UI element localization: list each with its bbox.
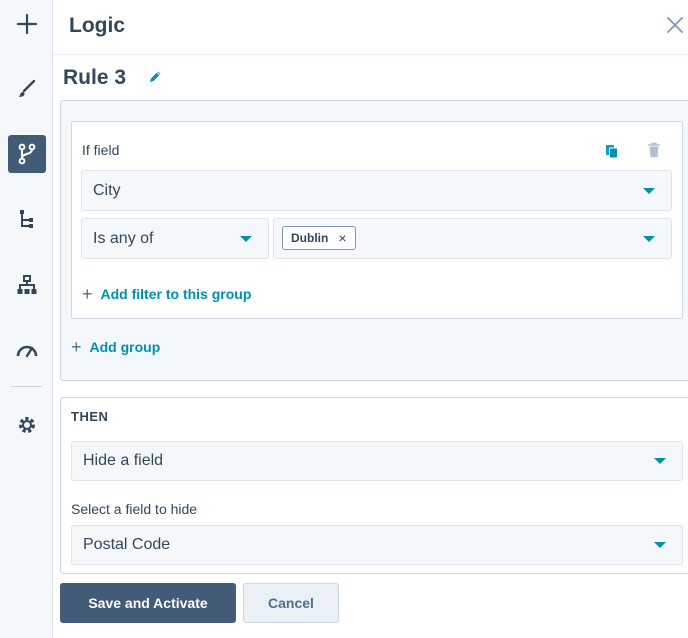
field-select-value: City (93, 181, 121, 199)
logic-button[interactable] (8, 135, 46, 173)
logic-branch-icon (18, 143, 36, 165)
chevron-down-icon (654, 458, 666, 464)
delete-group-button[interactable] (645, 141, 663, 159)
chevron-down-icon (240, 235, 252, 242)
field-to-hide-label: Select a field to hide (71, 501, 198, 517)
tree-icon (20, 210, 33, 228)
plus-icon (16, 13, 38, 35)
left-rail (0, 0, 53, 638)
then-label: THEN (71, 409, 109, 424)
action-select[interactable]: Hide a field (71, 441, 683, 481)
copy-icon (606, 144, 618, 158)
chevron-down-icon (654, 542, 666, 548)
operator-select-value: Is any of (93, 229, 154, 247)
add-group-link[interactable]: + Add group (71, 338, 160, 356)
brush-icon (19, 79, 36, 97)
operator-select[interactable]: Is any of (81, 218, 269, 259)
settings-button[interactable] (8, 406, 46, 444)
add-filter-label: Add filter to this group (100, 286, 252, 302)
gauge-icon (16, 345, 38, 358)
plus-icon: + (82, 284, 93, 304)
gear-icon (19, 417, 35, 433)
cancel-button[interactable]: Cancel (243, 583, 339, 623)
sitemap-icon (17, 275, 37, 294)
hierarchy-button[interactable] (8, 266, 46, 304)
rail-divider (11, 386, 42, 387)
edit-rule-name-button[interactable] (146, 68, 164, 86)
close-icon (667, 17, 683, 33)
panel-header: Logic (53, 0, 688, 55)
structure-button[interactable] (8, 200, 46, 238)
field-to-hide-select[interactable]: Postal Code (71, 525, 683, 565)
pencil-icon (150, 71, 161, 82)
field-to-hide-value: Postal Code (83, 536, 171, 553)
clone-group-button[interactable] (603, 142, 621, 160)
plus-icon: + (71, 337, 82, 357)
if-field-label: If field (82, 142, 120, 158)
style-button[interactable] (8, 70, 46, 108)
chevron-down-icon (643, 235, 655, 242)
value-chip-label: Dublin (291, 231, 329, 245)
chevron-down-icon (643, 187, 655, 194)
close-button[interactable] (664, 14, 686, 36)
trash-icon (648, 142, 660, 157)
field-select[interactable]: City (81, 170, 672, 211)
value-chip: Dublin × (282, 226, 356, 250)
add-filter-link[interactable]: + Add filter to this group (82, 285, 251, 303)
panel-title: Logic (69, 14, 125, 37)
add-group-label: Add group (89, 339, 161, 355)
save-and-activate-button[interactable]: Save and Activate (60, 583, 236, 623)
performance-button[interactable] (8, 330, 46, 368)
add-field-button[interactable] (8, 5, 46, 43)
action-select-value: Hide a field (83, 452, 164, 469)
rule-title: Rule 3 (63, 66, 127, 89)
remove-chip-icon[interactable]: × (338, 231, 346, 245)
